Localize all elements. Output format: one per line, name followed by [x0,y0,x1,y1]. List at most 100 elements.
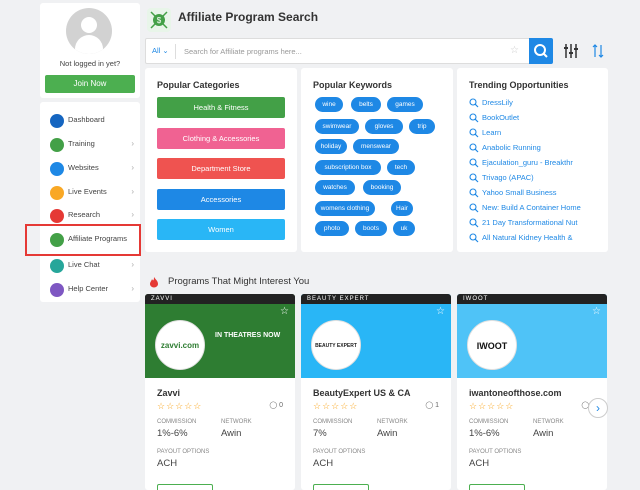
sidebar-item-label: Dashboard [68,115,105,124]
favorite-star-icon[interactable]: ☆ [436,306,445,317]
search-button[interactable] [529,38,553,64]
program-logo: IWOOT [467,320,517,370]
keyword-tag[interactable]: gloves [365,119,403,134]
next-arrow-button[interactable]: › [588,398,608,418]
payout-label: PAYOUT OPTIONS [469,449,522,455]
search-icon [534,44,548,58]
popular-keywords-title: Popular Keywords [313,80,393,90]
trending-item-label: Learn [482,128,502,137]
keyword-tag[interactable]: holiday [315,139,347,154]
banner-header-text: ZAVVI [151,296,173,302]
network-label: NETWORK [221,419,252,425]
trending-item[interactable]: Trivago (APAC) [469,173,599,185]
search-category-select[interactable]: All ⌄ [152,46,169,55]
sidebar-item-label: Training [68,139,95,148]
keyword-tag[interactable]: Hair [391,201,413,216]
payout-value: ACH [157,458,178,469]
payout-value: ACH [313,458,334,469]
search-input[interactable] [184,43,504,60]
trending-item[interactable]: 21 Day Transformational Nut [469,218,599,230]
keyword-tag[interactable]: belts [351,97,381,112]
trending-item[interactable]: DressLily [469,98,599,110]
program-name[interactable]: iwantoneofthose.com [469,388,562,398]
keyword-tag[interactable]: trip [409,119,435,134]
program-name[interactable]: Zavvi [157,388,180,398]
program-name[interactable]: BeautyExpert US & CA [313,388,411,398]
keyword-tag[interactable]: subscription box [315,160,381,175]
sort-icon[interactable] [592,43,604,59]
program-card[interactable]: BEAUTY EXPERT BEAUTY EXPERT ☆ BeautyExpert … [301,294,451,490]
sidebar-item-training[interactable]: Training › [40,134,140,156]
program-card[interactable]: IWOOTIWOOT☆iwantoneofthose.com☆☆☆☆☆◯ 0CO… [457,294,607,490]
category-button[interactable]: Accessories [157,189,285,210]
sidebar-item-websites[interactable]: Websites › [40,158,140,180]
keyword-tag[interactable]: wine [315,97,343,112]
trending-opportunities-title: Trending Opportunities [469,80,569,90]
trending-item-label: Trivago (APAC) [482,173,534,182]
popular-keywords-panel: Popular Keywords wine belts games swimwear g… [301,68,453,252]
trending-item[interactable]: Learn [469,128,599,140]
category-button[interactable]: Clothing & Accessories [157,128,285,149]
keyword-tag[interactable]: boots [355,221,387,236]
keyword-tag[interactable]: booking [363,180,401,195]
program-action-button[interactable] [469,484,525,490]
keyword-tag[interactable]: games [387,97,423,112]
filter-icon[interactable] [563,43,579,59]
keyword-tag[interactable]: watches [315,180,355,195]
join-now-button[interactable]: Join Now [45,75,135,93]
help-icon [50,283,64,297]
search-icon [469,188,479,198]
trending-item[interactable]: BookOutlet [469,113,599,125]
program-card[interactable]: ZAVVI IN THEATRES NOW zavvi.com ☆ Zavvi ☆☆☆☆☆… [145,294,295,490]
payout-label: PAYOUT OPTIONS [313,449,366,455]
comment-count-value: 0 [279,402,283,409]
search-icon [469,158,479,168]
comment-count-value: 1 [435,402,439,409]
live-events-icon [50,186,64,200]
trending-item-label: Anabolic Running [482,143,541,152]
payout-label: PAYOUT OPTIONS [157,449,210,455]
keyword-tag[interactable]: photo [315,221,349,236]
category-button[interactable]: Health & Fitness [157,97,285,118]
chevron-right-icon: › [131,260,134,269]
programs-section-title: Programs That Might Interest You [168,276,310,287]
chevron-right-icon: › [131,284,134,293]
search-icon [469,128,479,138]
keyword-tag[interactable]: uk [393,221,415,236]
sidebar-item-dashboard[interactable]: Dashboard [40,110,140,132]
network-value: Awin [221,428,242,439]
trending-item[interactable]: Ejaculation_guru - Breakthr [469,158,599,170]
popular-categories-panel: Popular Categories Health & Fitness Cloth… [145,68,297,252]
comment-icon: ◯ [425,402,436,409]
trending-item[interactable]: All Natural Kidney Health & [469,233,599,245]
trending-item[interactable]: Anabolic Running [469,143,599,155]
trending-item-label: New: Build A Container Home [482,203,581,212]
favorite-star-icon[interactable]: ☆ [592,306,601,317]
keyword-tag[interactable]: menswear [353,139,399,154]
keyword-tag[interactable]: swimwear [315,119,359,134]
category-button[interactable]: Women [157,219,285,240]
sidebar-item-live-events[interactable]: Live Events › [40,182,140,204]
sidebar-nav: Dashboard Training › Websites › Live Events › R… [40,102,140,302]
banner-header-text: BEAUTY EXPERT [307,296,370,302]
program-action-button[interactable] [157,484,213,490]
favorite-star-icon[interactable]: ☆ [510,45,519,56]
chevron-right-icon: › [131,163,134,172]
rating-stars-icon: ☆☆☆☆☆ [157,401,203,411]
program-banner: ZAVVI IN THEATRES NOW zavvi.com ☆ [145,294,295,378]
commission-label: COMMISSION [157,419,197,425]
rating-stars-icon: ☆☆☆☆☆ [313,401,359,411]
trending-item[interactable]: Yahoo Small Business [469,188,599,200]
sidebar-item-live-chat[interactable]: Live Chat › [40,255,140,277]
program-action-button[interactable] [313,484,369,490]
keyword-tag[interactable]: tech [387,160,415,175]
keyword-tag[interactable]: womens clothing [315,201,375,216]
search-icon [469,203,479,213]
trending-item-label: Yahoo Small Business [482,188,557,197]
search-icon [469,113,479,123]
sidebar-item-help-center[interactable]: Help Center › [40,279,140,301]
trending-item[interactable]: New: Build A Container Home [469,203,599,215]
sidebar-item-label: Websites [68,163,99,172]
favorite-star-icon[interactable]: ☆ [280,306,289,317]
category-button[interactable]: Department Store [157,158,285,179]
